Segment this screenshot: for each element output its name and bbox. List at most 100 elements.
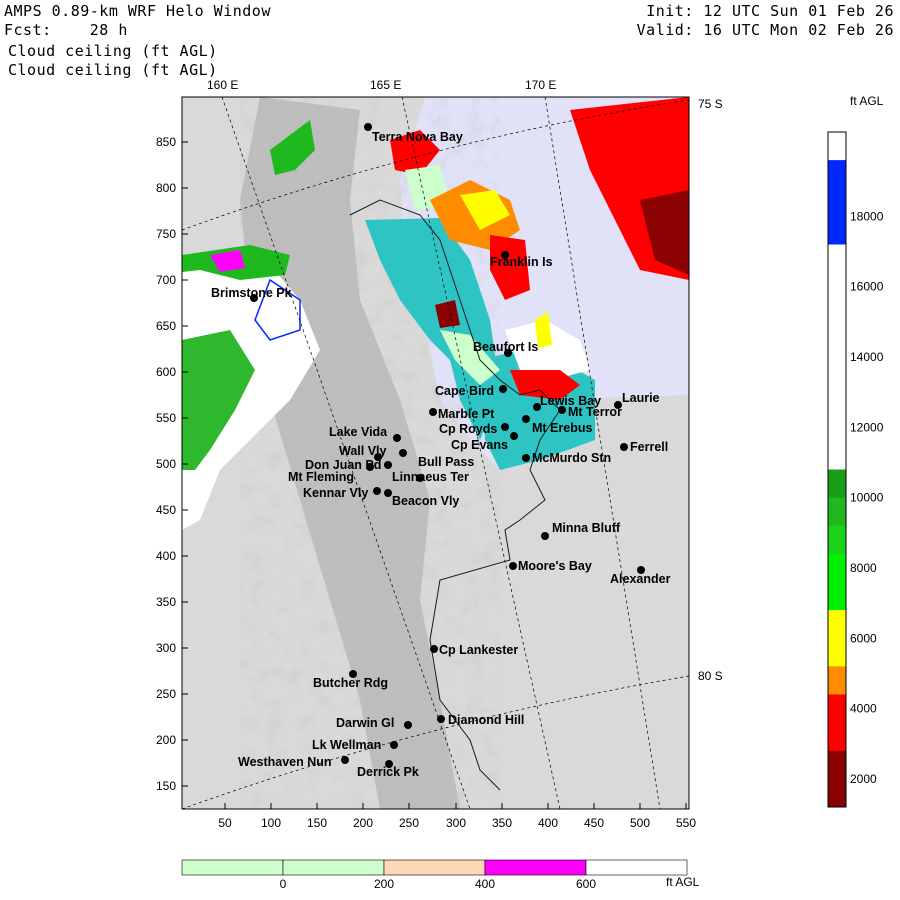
place-label: Diamond Hill <box>448 713 524 727</box>
colorbar-label: 200 <box>374 877 394 891</box>
place-marker <box>341 756 349 764</box>
colorbar-label: 12000 <box>850 420 884 434</box>
place-marker <box>430 645 438 653</box>
place-label: Terra Nova Bay <box>372 130 463 144</box>
colorbar-cell <box>828 553 846 583</box>
colorbar-cell <box>828 357 846 386</box>
colorbar-cell <box>828 638 846 667</box>
place-label: Alexander <box>610 572 671 586</box>
lon-label-160: 160 E <box>207 78 238 92</box>
colorbar-cell <box>828 666 846 695</box>
colorbar-cell <box>282 859 385 876</box>
lon-label-170: 170 E <box>525 78 556 92</box>
place-marker <box>558 406 566 414</box>
colorbar-label: 0 <box>280 877 287 891</box>
place-marker <box>364 123 372 131</box>
place-marker <box>620 443 628 451</box>
place-label: Beaufort Is <box>473 340 538 354</box>
colorbar-cell <box>828 413 846 442</box>
colorbar-label: 600 <box>576 877 596 891</box>
place-label: McMurdo Stn <box>532 451 611 465</box>
y-tick-label: 250 <box>156 687 176 701</box>
place-label: Wall Vly <box>339 444 387 458</box>
y-tick-label: 600 <box>156 365 176 379</box>
place-label: Lake Vida <box>329 425 388 439</box>
place-marker <box>522 454 530 462</box>
lon-label-165: 165 E <box>370 78 401 92</box>
place-label: Moore's Bay <box>518 559 592 573</box>
lat-label-80: 80 S <box>698 669 723 683</box>
place-marker <box>541 532 549 540</box>
x-tick-label: 50 <box>218 816 232 830</box>
place-label: Ferrell <box>630 440 668 454</box>
colorbar-cell <box>828 722 846 752</box>
place-marker <box>390 741 398 749</box>
place-marker <box>509 562 517 570</box>
place-label: Kennar Vly <box>303 486 368 500</box>
place-label: Minna Bluff <box>552 521 621 535</box>
place-label: Marble Pt <box>438 407 495 421</box>
place-label: Darwin Gl <box>336 716 394 730</box>
x-tick-label: 250 <box>399 816 419 830</box>
place-label: Bull Pass <box>418 455 474 469</box>
colorbar-label: 6000 <box>850 631 877 645</box>
place-marker <box>437 715 445 723</box>
x-tick-label: 450 <box>584 816 604 830</box>
colorbar-label: 400 <box>475 877 495 891</box>
place-marker <box>522 415 530 423</box>
colorbar-cell <box>828 244 846 274</box>
colorbar-cell <box>828 188 846 217</box>
colorbar-cell <box>828 497 846 527</box>
colorbar-label: 8000 <box>850 561 877 575</box>
place-marker <box>384 489 392 497</box>
colorbar-cell <box>828 300 846 330</box>
place-marker <box>501 423 509 431</box>
colorbar-cell <box>828 778 846 808</box>
y-tick-label: 400 <box>156 549 176 563</box>
colorbar-cell <box>828 582 846 611</box>
place-label: Laurie <box>622 391 660 405</box>
colorbar-cell <box>828 160 846 189</box>
x-tick-label: 400 <box>538 816 558 830</box>
y-tick-label: 850 <box>156 135 176 149</box>
colorbar-cell <box>828 750 846 780</box>
place-marker <box>510 432 518 440</box>
colorbar-cell <box>828 328 846 358</box>
map-canvas: 50 100 150 200 250 300 350 400 450 500 550 850 800 7… <box>156 78 723 830</box>
place-label: Cp Evans <box>451 438 508 452</box>
place-label: Franklin Is <box>490 255 553 269</box>
x-tick-label: 550 <box>676 816 696 830</box>
place-label: Cape Bird <box>435 384 494 398</box>
place-label: Lk Wellman <box>312 738 381 752</box>
y-tick-label: 700 <box>156 273 176 287</box>
place-marker <box>399 449 407 457</box>
y-tick-label: 150 <box>156 779 176 793</box>
place-label: Cp Lankester <box>439 643 518 657</box>
place-marker <box>384 461 392 469</box>
y-tick-label: 450 <box>156 503 176 517</box>
colorbar-label: 18000 <box>850 209 884 223</box>
place-label: Westhaven Nun <box>238 755 332 769</box>
y-tick-label: 800 <box>156 181 176 195</box>
colorbar-bottom: ft AGL 0 200 400 600 <box>181 859 700 891</box>
colorbar-label: 14000 <box>850 350 884 364</box>
colorbar-right: ft AGL 18000 16000 14000 12000 10000 8000 6000… <box>827 96 884 808</box>
place-label: Mt Erebus <box>532 421 592 435</box>
colorbar-cell <box>585 859 688 876</box>
y-tick-label: 300 <box>156 641 176 655</box>
y-tick-label: 650 <box>156 319 176 333</box>
colorbar-bottom-unit: ft AGL <box>666 875 700 889</box>
place-marker <box>373 487 381 495</box>
colorbar-label: 2000 <box>850 772 877 786</box>
y-tick-label: 350 <box>156 595 176 609</box>
place-marker <box>404 721 412 729</box>
y-tick-label: 750 <box>156 227 176 241</box>
colorbar-cell <box>828 272 846 302</box>
place-marker <box>499 385 507 393</box>
colorbar-cell <box>828 385 846 414</box>
colorbar-cell <box>828 469 846 499</box>
colorbar-cell <box>484 859 587 876</box>
place-label: Beacon Vly <box>392 494 459 508</box>
y-tick-label: 200 <box>156 733 176 747</box>
y-tick-label: 550 <box>156 411 176 425</box>
